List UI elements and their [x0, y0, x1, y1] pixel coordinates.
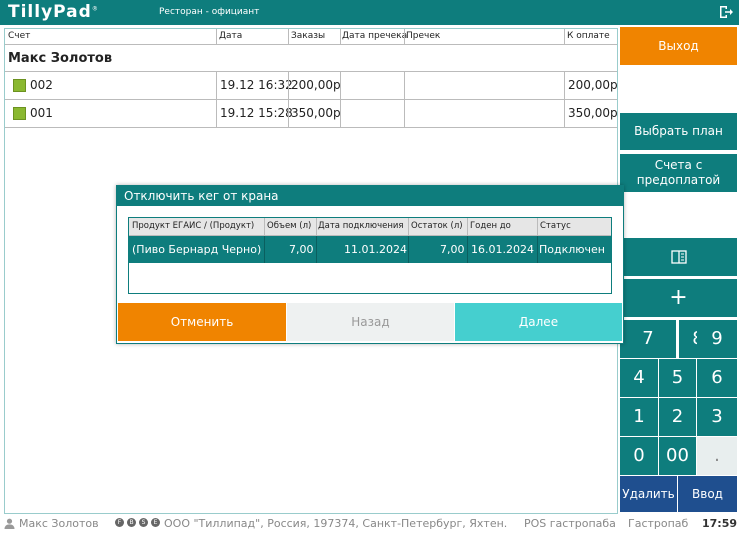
keg-volume: 7,00 [289, 243, 314, 256]
orders-header: Счет Дата Заказы Дата пречека Пречек К о… [5, 29, 617, 45]
badge-b: B [127, 518, 136, 527]
col-check: Счет [8, 31, 31, 41]
col-status: Статус [540, 221, 571, 231]
key-dot[interactable]: . [697, 437, 737, 475]
keg-row-selected[interactable]: (Пиво Бернард Черно) 7,00 11.01.2024 7,0… [129, 236, 611, 263]
cancel-button[interactable]: Отменить [118, 303, 286, 341]
disconnect-keg-dialog: Отключить кег от крана Продукт ЕГАИС / (… [116, 185, 624, 344]
col-date: Дата [219, 31, 243, 41]
col-expires: Годен до [470, 221, 511, 231]
status-company: ООО "Тиллипад", Россия, 197374, Санкт-Пе… [164, 517, 508, 530]
order-check: 002 [30, 78, 53, 92]
status-bar: Макс Золотов F B S E ООО "Тиллипад", Рос… [0, 514, 739, 534]
status-place: Гастропаб [628, 517, 689, 530]
next-button[interactable]: Далее [455, 303, 622, 341]
dialog-title: Отключить кег от крана [124, 189, 279, 203]
col-remain: Остаток (л) [411, 221, 463, 231]
status-user: Макс Золотов [19, 517, 99, 530]
badge-e: E [151, 518, 160, 527]
order-status-icon [13, 107, 26, 120]
order-check: 001 [30, 106, 53, 120]
badge-s: S [139, 518, 148, 527]
key-00[interactable]: 00 [659, 437, 696, 475]
col-connected: Дата подключения [318, 221, 404, 231]
order-date: 19.12 16:32 [220, 78, 293, 92]
col-to-pay: К оплате [567, 31, 610, 41]
col-precheck-date: Дата пречека [342, 31, 408, 41]
prepaid-label-2: предоплатой [636, 173, 721, 187]
key-4[interactable]: 4 [620, 359, 658, 397]
col-product: Продукт ЕГАИС / (Продукт) [132, 221, 255, 231]
col-orders: Заказы [291, 31, 326, 41]
status-pos: POS гастропаба [524, 517, 616, 530]
prepaid-checks-button[interactable]: Счета с предоплатой [620, 154, 737, 192]
key-6[interactable]: 6 [697, 359, 737, 397]
back-button[interactable]: Назад [287, 303, 454, 341]
col-volume: Объем (л) [267, 221, 312, 231]
key-0[interactable]: 0 [620, 437, 658, 475]
keg-status: Подключен [539, 243, 605, 256]
keg-expires: 16.01.2024 [471, 243, 534, 256]
order-to-pay: 200,00р [568, 78, 618, 92]
app-logo: TillyPad® [8, 2, 99, 22]
menu-book-button[interactable] [620, 238, 737, 276]
key-5[interactable]: 5 [659, 359, 696, 397]
badge-f: F [115, 518, 124, 527]
keg-remain: 7,00 [440, 243, 465, 256]
client-name: Макс Золотов [8, 51, 113, 66]
keg-product: (Пиво Бернард Черно) [132, 243, 262, 256]
col-precheck: Пречек [406, 31, 441, 41]
key-3[interactable]: 3 [697, 398, 737, 436]
delete-button[interactable]: Удалить [620, 476, 677, 512]
app-title: Ресторан - официант [159, 7, 260, 17]
add-button[interactable]: + [620, 279, 737, 317]
exit-button[interactable]: Выход [620, 27, 737, 65]
order-date: 19.12 15:28 [220, 106, 293, 120]
order-status-icon [13, 79, 26, 92]
key-1[interactable]: 1 [620, 398, 658, 436]
key-2[interactable]: 2 [659, 398, 696, 436]
order-amount: 200,00р [291, 78, 341, 92]
dialog-title-bar: Отключить кег от крана [117, 186, 623, 206]
order-amount: 350,00р [291, 106, 341, 120]
top-bar: TillyPad® Ресторан - официант [0, 0, 739, 25]
keg-table-header: Продукт ЕГАИС / (Продукт) Объем (л) Дата… [129, 218, 611, 236]
logout-icon[interactable] [718, 4, 734, 20]
key-9[interactable]: 9 [697, 320, 737, 358]
book-icon [670, 250, 687, 264]
user-icon [4, 518, 15, 529]
keg-connected: 11.01.2024 [344, 243, 407, 256]
choose-plan-button[interactable]: Выбрать план [620, 113, 737, 150]
keg-table: Продукт ЕГАИС / (Продукт) Объем (л) Дата… [128, 217, 612, 294]
order-row[interactable]: 001 19.12 15:28 350,00р 350,00р [5, 99, 618, 128]
key-7[interactable]: 7 [620, 320, 676, 358]
status-time: 17:59 [702, 517, 738, 530]
prepaid-label-1: Счета с [654, 158, 703, 172]
order-row[interactable]: 002 19.12 16:32 200,00р 200,00р [5, 71, 618, 99]
order-to-pay: 350,00р [568, 106, 618, 120]
enter-button[interactable]: Ввод [678, 476, 737, 512]
